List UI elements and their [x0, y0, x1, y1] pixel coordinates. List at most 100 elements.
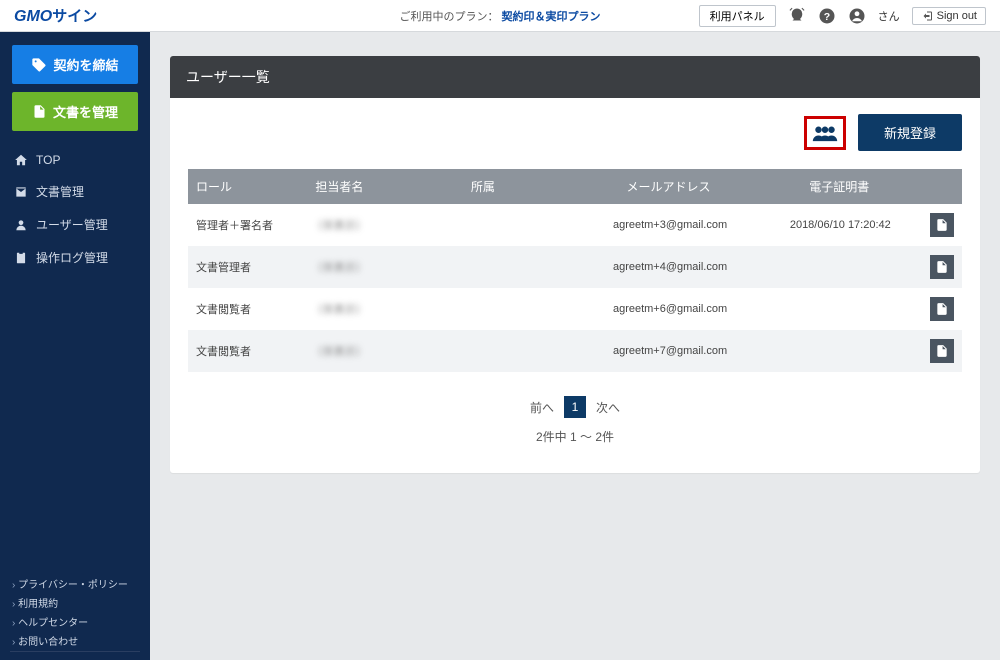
col-name: 担当者名	[307, 169, 463, 204]
pager-info: 2件中 1 〜 2件	[170, 428, 980, 445]
nav-users[interactable]: ユーザー管理	[0, 208, 150, 241]
user-icon[interactable]	[848, 7, 866, 25]
user-table: ロール 担当者名 所属 メールアドレス 電子証明書 管理者＋署名者（非表示）ag…	[188, 169, 962, 372]
header-right: 利用パネル ? さん Sign out	[699, 5, 986, 27]
sidebar-divider	[10, 651, 140, 652]
col-org: 所属	[463, 169, 619, 204]
cell-name: （非表示）	[304, 334, 455, 368]
group-button[interactable]	[804, 116, 846, 150]
file-icon	[935, 302, 949, 316]
file-icon	[935, 218, 949, 232]
cell-org	[454, 258, 605, 276]
cell-mail: agreetm+7@gmail.com	[605, 336, 782, 366]
clipboard-icon	[14, 251, 28, 265]
table-row[interactable]: 文書閲覧者（非表示） agreetm+7@gmail.com	[188, 330, 962, 372]
cell-cert	[782, 300, 922, 318]
usage-panel-button[interactable]: 利用パネル	[699, 5, 776, 27]
pager-prev[interactable]: 前へ	[530, 399, 554, 416]
nav-documents-label: 文書管理	[36, 183, 84, 200]
document-icon	[32, 104, 47, 119]
cell-name: （非表示）	[304, 292, 455, 326]
cell-org	[454, 216, 605, 234]
col-action	[946, 169, 962, 204]
svg-text:?: ?	[823, 10, 829, 22]
nav-users-label: ユーザー管理	[36, 216, 108, 233]
plan-indicator: ご利用中のプラン： 契約印＆実印プラン	[399, 8, 600, 24]
cell-action	[922, 204, 962, 246]
footer-privacy[interactable]: プライバシー・ポリシー	[12, 574, 128, 593]
table-body: 管理者＋署名者（非表示）agreetm+3@gmail.com2018/06/1…	[188, 204, 962, 372]
signout-button[interactable]: Sign out	[912, 7, 986, 25]
cell-role: 文書閲覧者	[188, 292, 304, 326]
sidebar-nav: TOP 文書管理 ユーザー管理 操作ログ管理	[0, 145, 150, 274]
cell-role: 文書管理者	[188, 250, 304, 284]
user-list-panel: ユーザー一覧 新規登録 ロール 担当者名 所属 メールアドレス 電子証明書 管理…	[170, 56, 980, 473]
cell-mail: agreetm+6@gmail.com	[605, 294, 782, 324]
cell-cert	[782, 342, 922, 360]
conclude-contract-button[interactable]: 契約を締結	[12, 45, 138, 84]
nav-logs-label: 操作ログ管理	[36, 249, 108, 266]
manage-documents-button[interactable]: 文書を管理	[12, 92, 138, 131]
mail-icon	[14, 185, 28, 199]
nav-documents[interactable]: 文書管理	[0, 175, 150, 208]
alarm-icon[interactable]	[788, 7, 806, 25]
cell-role: 管理者＋署名者	[188, 208, 304, 242]
cell-name: （非表示）	[304, 208, 455, 242]
col-role: ロール	[188, 169, 307, 204]
page-title: ユーザー一覧	[170, 56, 980, 98]
table-row[interactable]: 文書管理者（非表示） agreetm+4@gmail.com	[188, 246, 962, 288]
file-icon	[935, 260, 949, 274]
main-content: ユーザー一覧 新規登録 ロール 担当者名 所属 メールアドレス 電子証明書 管理…	[150, 32, 1000, 660]
new-user-button[interactable]: 新規登録	[858, 114, 962, 151]
cell-action	[922, 246, 962, 288]
cell-mail: agreetm+4@gmail.com	[605, 252, 782, 282]
cell-org	[454, 300, 605, 318]
nav-logs[interactable]: 操作ログ管理	[0, 241, 150, 274]
app-header: GMO サイン ご利用中のプラン： 契約印＆実印プラン 利用パネル ? さん S…	[0, 0, 1000, 32]
cell-mail: agreetm+3@gmail.com	[605, 210, 782, 240]
footer-help[interactable]: ヘルプセンター	[12, 612, 128, 631]
person-icon	[14, 218, 28, 232]
footer-terms[interactable]: 利用規約	[12, 593, 128, 612]
col-cert: 電子証明書	[801, 169, 946, 204]
signout-icon	[921, 10, 933, 22]
document-action-button[interactable]	[930, 255, 954, 279]
sidebar: 契約を締結 文書を管理 TOP 文書管理 ユーザー管理 操作ログ管理 プライバシ…	[0, 32, 150, 660]
footer-contact[interactable]: お問い合わせ	[12, 631, 128, 650]
panel-toolbar: 新規登録	[170, 98, 980, 169]
nav-top[interactable]: TOP	[0, 145, 150, 175]
tag-icon	[31, 57, 47, 73]
col-mail: メールアドレス	[619, 169, 802, 204]
help-icon[interactable]: ?	[818, 7, 836, 25]
table-row[interactable]: 管理者＋署名者（非表示） agreetm+3@gmail.com2018/06/1…	[188, 204, 962, 246]
logo-prefix: GMO	[14, 8, 52, 26]
pager: 前へ 1 次へ 2件中 1 〜 2件	[170, 396, 980, 445]
plan-link[interactable]: 契約印＆実印プラン	[502, 11, 601, 23]
sidebar-footer: プライバシー・ポリシー 利用規約 ヘルプセンター お問い合わせ	[12, 574, 128, 650]
table-header: ロール 担当者名 所属 メールアドレス 電子証明書	[188, 169, 962, 204]
signout-label: Sign out	[937, 10, 977, 22]
home-icon	[14, 153, 28, 167]
cell-cert	[782, 258, 922, 276]
document-action-button[interactable]	[930, 339, 954, 363]
file-icon	[935, 344, 949, 358]
cell-role: 文書閲覧者	[188, 334, 304, 368]
table-row[interactable]: 文書閲覧者（非表示） agreetm+6@gmail.com	[188, 288, 962, 330]
cell-name: （非表示）	[304, 250, 455, 284]
pager-next[interactable]: 次へ	[596, 399, 620, 416]
nav-top-label: TOP	[36, 153, 60, 167]
people-icon	[812, 122, 838, 144]
cell-org	[454, 342, 605, 360]
cell-cert: 2018/06/10 17:20:42	[782, 210, 922, 240]
manage-documents-label: 文書を管理	[53, 102, 118, 121]
pager-current[interactable]: 1	[564, 396, 586, 418]
username: さん	[878, 8, 900, 24]
conclude-contract-label: 契約を締結	[53, 55, 118, 74]
logo-suffix: サイン	[52, 5, 97, 26]
cell-action	[922, 288, 962, 330]
document-action-button[interactable]	[930, 297, 954, 321]
cell-action	[922, 330, 962, 372]
plan-prefix: ご利用中のプラン：	[399, 11, 498, 23]
logo[interactable]: GMO サイン	[14, 5, 97, 26]
document-action-button[interactable]	[930, 213, 954, 237]
